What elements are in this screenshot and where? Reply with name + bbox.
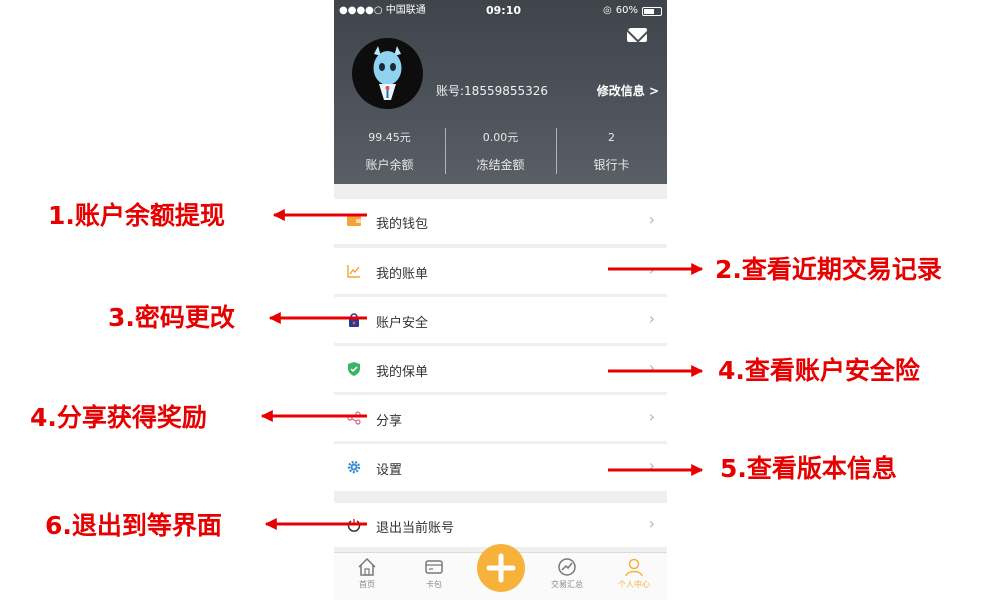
callout-share: 4.分享获得奖励 <box>30 403 207 432</box>
status-right: ◎ 60% <box>603 4 662 18</box>
chevron-right-icon: › <box>648 260 655 279</box>
stat-cards-value: 2 <box>608 131 615 144</box>
avatar[interactable] <box>352 38 423 109</box>
menu-item-settings[interactable]: 设置 › <box>334 444 667 491</box>
add-button[interactable] <box>477 544 525 592</box>
tab-label: 交易汇总 <box>551 580 583 589</box>
trend-icon <box>558 558 576 576</box>
menu-label: 账户安全 <box>376 316 429 331</box>
battery-icon <box>642 6 662 16</box>
chevron-right-icon: › <box>648 514 655 533</box>
menu-label: 分享 <box>376 414 403 429</box>
callout-withdraw: 1.账户余额提现 <box>48 201 225 230</box>
callout-logout: 6.退出到等界面 <box>45 511 222 540</box>
menu-item-security[interactable]: 账户安全 › <box>334 297 667 343</box>
account-number: 账号:18559855326 <box>436 84 549 98</box>
chevron-right-icon: › <box>648 309 655 328</box>
callout-transactions: 2.查看近期交易记录 <box>715 255 942 284</box>
card-icon <box>425 560 443 574</box>
menu-label: 设置 <box>376 463 403 478</box>
tab-label: 卡包 <box>426 580 442 589</box>
tab-home[interactable]: 首页 <box>342 557 392 590</box>
stat-frozen-label: 冻结金额 <box>476 158 525 172</box>
callout-insurance: 4.查看账户安全险 <box>718 356 920 385</box>
tab-label: 首页 <box>359 580 375 589</box>
mail-icon[interactable] <box>627 28 647 42</box>
menu-item-wallet[interactable]: 我的钱包 › <box>334 199 667 244</box>
lock-icon <box>349 313 359 327</box>
menu-label: 我的保单 <box>376 365 429 380</box>
power-icon <box>347 519 361 532</box>
status-carrier: ●●●●○ 中国联通 <box>339 5 426 16</box>
tab-cards[interactable]: 卡包 <box>409 557 459 590</box>
stat-cards[interactable]: 2 银行卡 <box>556 131 667 172</box>
logout-label: 退出当前账号 <box>376 521 455 536</box>
callout-password: 3.密码更改 <box>108 303 235 332</box>
menu-label: 我的钱包 <box>376 217 429 232</box>
stat-balance[interactable]: 99.45元 账户余额 <box>334 131 445 172</box>
logout-row[interactable]: 退出当前账号 › <box>334 503 667 547</box>
stat-balance-label: 账户余额 <box>365 158 414 172</box>
home-icon <box>358 557 376 576</box>
robot-avatar-icon <box>373 46 402 100</box>
menu-item-share[interactable]: 分享 › <box>334 395 667 441</box>
menu-item-bills[interactable]: 我的账单 › <box>334 248 667 294</box>
battery-percent: 60% <box>615 5 638 16</box>
menu-item-policy[interactable]: 我的保单 › <box>334 346 667 392</box>
status-time: 09:10 <box>486 4 522 17</box>
chevron-right-icon: › <box>648 456 655 475</box>
chevron-right-icon: › <box>648 358 655 377</box>
stat-cards-label: 银行卡 <box>593 158 630 172</box>
stat-frozen-value: 0.00元 <box>482 131 519 144</box>
chevron-right-icon: › <box>648 407 655 426</box>
shield-check-icon <box>348 362 360 376</box>
profile-header: ●●●●○ 中国联通 09:10 ◎ 60% 账号:18559855326 修改… <box>334 0 667 184</box>
stat-balance-value: 99.45元 <box>368 131 411 144</box>
stat-frozen[interactable]: 0.00元 冻结金额 <box>445 131 556 172</box>
tab-summary[interactable]: 交易汇总 <box>542 557 592 590</box>
battery-level <box>644 8 654 14</box>
tab-profile[interactable]: 个人中心 <box>609 557 659 590</box>
person-icon <box>625 558 643 577</box>
tab-label: 个人中心 <box>618 580 650 589</box>
share-icon <box>347 411 361 425</box>
menu-label: 我的账单 <box>376 267 429 282</box>
wallet-icon <box>347 216 361 226</box>
gear-icon <box>347 460 361 474</box>
phone-screen: ●●●●○ 中国联通 09:10 ◎ 60% 账号:18559855326 修改… <box>334 0 667 600</box>
location-icon: ◎ <box>603 5 612 16</box>
plus-icon <box>486 553 516 583</box>
edit-profile-link[interactable]: 修改信息 > <box>597 82 659 99</box>
chevron-right-icon: › <box>648 210 655 229</box>
chart-line-icon <box>347 265 360 278</box>
callout-version: 5.查看版本信息 <box>720 454 897 483</box>
